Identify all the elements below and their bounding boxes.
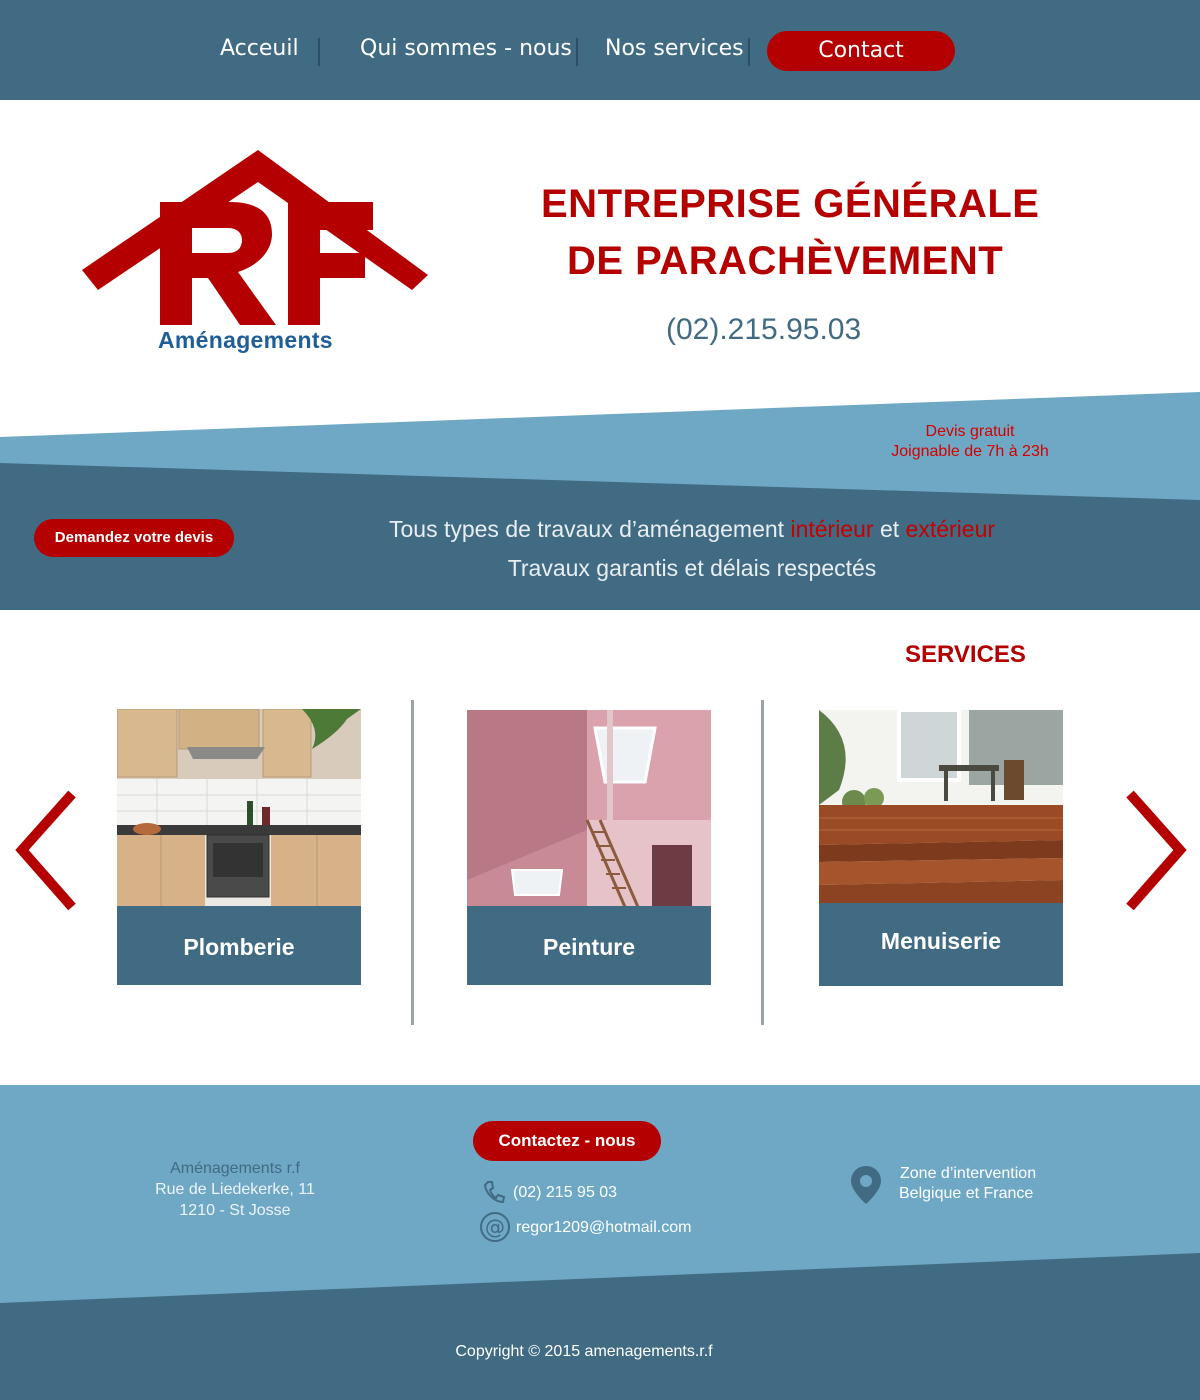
- nav-separator: [748, 38, 750, 66]
- footer-phone[interactable]: (02) 215 95 03: [513, 1184, 617, 1202]
- headline-line-1: ENTREPRISE GÉNÉRALE: [541, 182, 1040, 226]
- phone-icon: [483, 1181, 505, 1204]
- copyright-text: Copyright © 2015 amenagements.r.f: [455, 1343, 713, 1360]
- nav-contact-button[interactable]: Contact: [767, 31, 955, 71]
- company-name: Aménagements r.f: [170, 1160, 300, 1177]
- wood-deck-photo: [819, 710, 1063, 907]
- services-divider: [411, 700, 414, 1025]
- top-navigation: Acceuil Qui sommes - nous Nos services C…: [0, 0, 1200, 100]
- location-pin-icon: [851, 1166, 881, 1204]
- email-icon: @: [480, 1212, 510, 1242]
- service-label: Peinture: [467, 906, 711, 985]
- hours-text: Joignable de 7h à 23h: [891, 443, 1049, 460]
- svg-text:@: @: [485, 1215, 505, 1239]
- nav-item-qui-sommes-nous[interactable]: Qui sommes - nous: [360, 36, 572, 61]
- company-address: Aménagements r.f Rue de Liedekerke, 11 1…: [120, 1158, 350, 1221]
- kitchen-photo: [117, 709, 361, 906]
- address-street: Rue de Liedekerke, 11: [155, 1181, 315, 1198]
- address-city: 1210 - St Josse: [179, 1202, 291, 1219]
- header-phone: (02).215.95.03: [666, 313, 862, 346]
- nav-separator: [318, 38, 320, 66]
- services-divider: [761, 700, 764, 1025]
- zone-title: Zone d’intervention: [900, 1165, 1037, 1182]
- contact-us-button[interactable]: Contactez - nous: [473, 1121, 661, 1161]
- service-label: Plomberie: [117, 906, 361, 985]
- attic-room-photo: [467, 710, 711, 907]
- chevron-left-icon[interactable]: [12, 788, 82, 913]
- headline-line-2: DE PARACHÈVEMENT: [567, 239, 1004, 283]
- service-label: Menuiserie: [819, 903, 1063, 986]
- tagline-line-2: Travaux garantis et délais respectés: [507, 555, 877, 581]
- logo-text: Aménagements: [158, 327, 333, 353]
- footer-email[interactable]: regor1209@hotmail.com: [516, 1219, 691, 1237]
- tagline-line-1: Tous types de travaux d’aménagement inté…: [388, 516, 996, 542]
- devis-gratuit-text: Devis gratuit: [925, 423, 1015, 440]
- nav-separator: [576, 38, 578, 66]
- chevron-right-icon[interactable]: [1122, 788, 1192, 913]
- zone-countries: Belgique et France: [899, 1185, 1034, 1202]
- request-quote-button[interactable]: Demandez votre devis: [34, 519, 234, 557]
- services-title: SERVICES: [905, 641, 1026, 668]
- nav-item-acceuil[interactable]: Acceuil: [220, 36, 299, 61]
- nav-item-nos-services[interactable]: Nos services: [605, 36, 744, 61]
